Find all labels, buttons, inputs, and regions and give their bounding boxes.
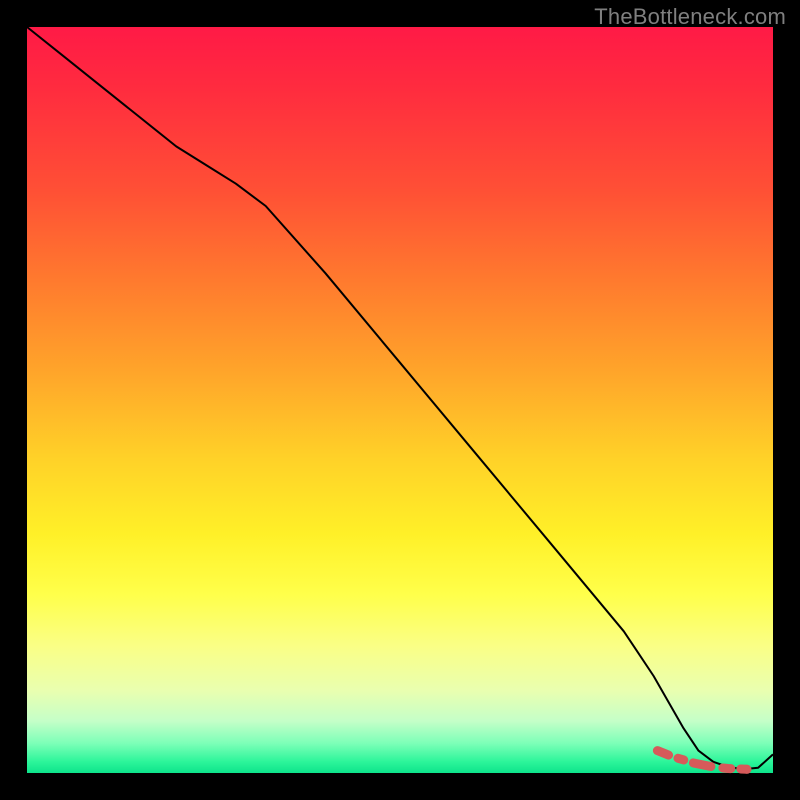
curve-path	[27, 27, 773, 769]
highlight-end-dot	[742, 765, 751, 774]
curve-line	[27, 27, 773, 769]
watermark-text: TheBottleneck.com	[594, 4, 786, 30]
chart-stage: TheBottleneck.com	[0, 0, 800, 800]
chart-overlay	[0, 0, 800, 800]
